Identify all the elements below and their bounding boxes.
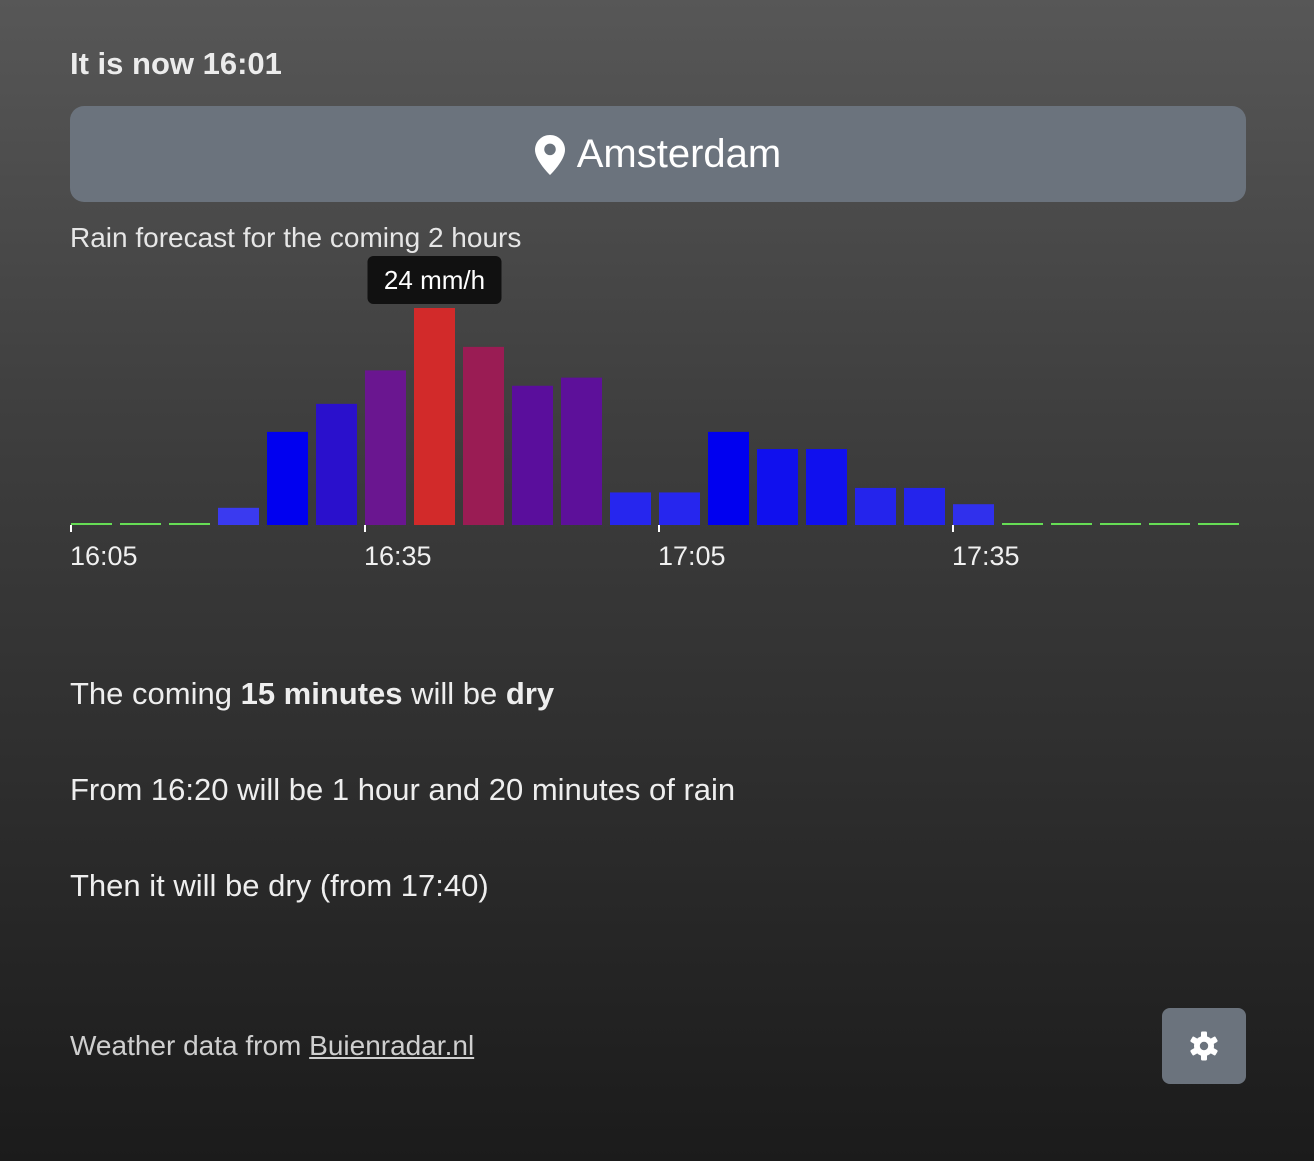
chart-bar-16:40[interactable]: [414, 308, 455, 525]
summary-line-3: Then it will be dry (from 17:40): [70, 868, 489, 903]
chart-bar-16:55[interactable]: [561, 377, 602, 525]
chart-bar-17:00[interactable]: [610, 492, 651, 525]
chart-bars: [71, 308, 1239, 525]
gear-icon: [1190, 1031, 1218, 1061]
settings-button[interactable]: [1162, 1008, 1246, 1084]
map-pin-icon: [534, 135, 565, 175]
footer-prefix: Weather data from: [70, 1030, 310, 1061]
summary-line-1-prefix: The coming: [70, 676, 241, 711]
chart-bar-16:20[interactable]: [218, 507, 259, 525]
summary-line-1: The coming 15 minutes will be dry: [70, 676, 554, 712]
tooltip-text: 24 mm/h: [384, 265, 485, 295]
chart-x-axis: 16:05 16:35 17:05 17:35: [70, 525, 1020, 571]
now-prefix: It is now: [70, 46, 194, 81]
data-source-footer: Weather data from Buienradar.nl: [70, 1030, 474, 1062]
chart-tooltip: 24 mm/h: [367, 256, 502, 304]
chart-bar-16:45[interactable]: [463, 346, 504, 525]
rain-forecast-chart: 16:05 16:35 17:05 17:35 24 mm/h: [70, 256, 1239, 571]
chart-bar-17:25[interactable]: [855, 487, 896, 525]
summary-line-1-middle: will be: [402, 676, 506, 711]
location-button[interactable]: Amsterdam: [70, 106, 1246, 202]
chart-bar-17:35[interactable]: [953, 504, 994, 525]
summary-duration: 15 minutes: [240, 676, 403, 711]
chart-bar-17:10[interactable]: [708, 431, 749, 525]
x-tick-label: 17:05: [658, 541, 726, 571]
current-time-heading: It is now 16:01: [70, 46, 282, 82]
x-tick-label: 16:35: [364, 541, 432, 571]
now-time: 16:01: [202, 46, 282, 81]
chart-bar-17:20[interactable]: [806, 449, 847, 525]
x-tick-label: 17:35: [952, 541, 1020, 571]
x-tick-label: 16:05: [70, 541, 138, 571]
summary-state: dry: [505, 676, 555, 711]
chart-bar-16:50[interactable]: [512, 385, 553, 525]
chart-bar-16:30[interactable]: [316, 403, 357, 525]
chart-bar-16:35[interactable]: [365, 370, 406, 525]
chart-bar-17:05[interactable]: [659, 492, 700, 525]
chart-bar-17:15[interactable]: [757, 449, 798, 525]
chart-bar-16:25[interactable]: [267, 431, 308, 525]
buienradar-link[interactable]: Buienradar.nl: [309, 1030, 474, 1061]
chart-bar-17:30[interactable]: [904, 487, 945, 525]
location-name: Amsterdam: [576, 131, 782, 176]
summary-line-2: From 16:20 will be 1 hour and 20 minutes…: [70, 772, 736, 807]
